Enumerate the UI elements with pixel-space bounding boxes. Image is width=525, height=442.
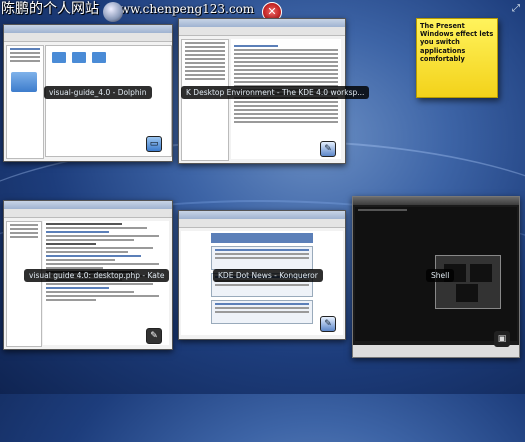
window-titlebar — [179, 19, 345, 27]
konqueror-page-content — [181, 231, 343, 335]
window-toolbar — [179, 219, 345, 228]
terminal-icon: ▣ — [494, 331, 510, 347]
site-name: 陈鹏的个人网站 — [1, 1, 99, 17]
window-label-konqueror-dot: KDE Dot News - Konqueror — [213, 269, 323, 282]
desktop-toolbox-icon[interactable]: ⤢ — [509, 2, 523, 16]
shell-overlay-box — [435, 255, 501, 309]
window-label-konqueror-kde: K Desktop Environment - The KDE 4.0 work… — [181, 86, 370, 99]
window-toolbar — [4, 209, 172, 218]
sticky-note[interactable]: The Present Windows effect lets you swit… — [416, 18, 498, 98]
konqueror-icon: ✎ — [320, 141, 336, 157]
konqueror-icon: ✎ — [320, 316, 336, 332]
window-titlebar — [179, 211, 345, 219]
folder-icon — [52, 52, 66, 63]
window-titlebar — [4, 25, 172, 33]
window-titlebar — [353, 197, 519, 205]
folder-icon: ▭ — [146, 136, 162, 152]
konqueror-sidebar — [181, 39, 229, 161]
shell-status-bar — [353, 345, 519, 357]
folder-icon — [11, 72, 37, 92]
kate-file-list — [6, 221, 42, 347]
dolphin-places-panel — [6, 45, 44, 159]
window-label-kate: visual guide 4.0: desktop.php - Kate — [24, 269, 170, 282]
window-label-dolphin: visual-guide_4.0 - Dolphin — [44, 86, 152, 99]
window-toolbar — [179, 27, 345, 36]
dot-news-article — [211, 246, 313, 270]
folder-icon — [92, 52, 106, 63]
sticky-note-text: The Present Windows effect lets you swit… — [420, 22, 494, 63]
window-toolbar — [4, 33, 172, 42]
folder-icon — [72, 52, 86, 63]
dot-news-article — [211, 300, 313, 324]
watermark: 陈鹏的个人网站 www.chenpeng123.com — [0, 0, 254, 18]
window-titlebar — [4, 201, 172, 209]
site-url: www.chenpeng123.com — [109, 2, 255, 16]
kate-icon: ✎ — [146, 328, 162, 344]
kate-editor — [43, 221, 169, 345]
window-label-shell: Shell — [426, 269, 455, 282]
plasma-orb-icon — [103, 2, 123, 22]
